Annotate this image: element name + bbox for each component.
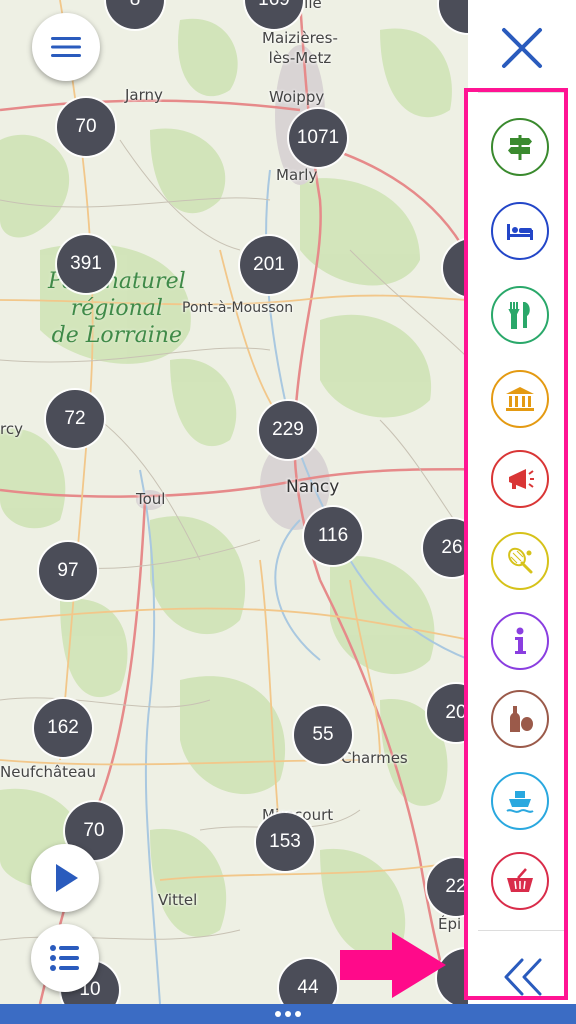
category-hotel-button[interactable]	[491, 202, 549, 260]
cluster-marker[interactable]: 70	[57, 98, 115, 156]
divider	[478, 930, 566, 931]
place-label: Neufchâteau	[0, 763, 96, 781]
pointer-arrow-icon	[340, 932, 446, 998]
list-button[interactable]	[31, 924, 99, 992]
bed-icon	[507, 224, 533, 240]
museum-icon	[506, 387, 534, 411]
place-label: Jarny	[125, 86, 163, 104]
category-events-button[interactable]	[491, 450, 549, 508]
signpost-icon	[508, 135, 532, 160]
place-label: Vittel	[158, 891, 198, 909]
category-sports-button[interactable]	[491, 532, 549, 590]
bottom-handle-bar[interactable]	[0, 1004, 576, 1024]
cluster-marker[interactable]: 97	[39, 542, 97, 600]
tennis-icon	[508, 547, 533, 574]
category-shopping-button[interactable]	[491, 852, 549, 910]
divider	[478, 92, 566, 93]
category-info-button[interactable]	[491, 612, 549, 670]
place-label: Marly	[276, 166, 318, 184]
info-icon	[515, 627, 526, 654]
cluster-marker[interactable]: 201	[240, 236, 298, 294]
hamburger-menu-icon	[51, 37, 81, 57]
cluster-marker[interactable]: 229	[259, 401, 317, 459]
boat-icon	[506, 791, 534, 813]
play-icon	[56, 864, 78, 892]
place-label: rcy	[0, 420, 23, 438]
list-icon	[50, 945, 79, 971]
place-label: Woippy	[269, 88, 325, 106]
place-label: Toul	[136, 490, 166, 508]
double-chevron-left-icon[interactable]	[500, 954, 546, 1000]
place-label: Pont-à-Mousson	[182, 300, 294, 316]
megaphone-icon	[509, 469, 534, 489]
place-label: Charmes	[341, 749, 408, 767]
cluster-marker[interactable]: 391	[57, 235, 115, 293]
category-boat-button[interactable]	[491, 772, 549, 830]
category-restaurant-button[interactable]	[491, 286, 549, 344]
category-local-products-button[interactable]	[491, 690, 549, 748]
play-button[interactable]	[31, 844, 99, 912]
place-label: ille	[300, 0, 322, 12]
cluster-marker[interactable]: 162	[34, 699, 92, 757]
close-icon[interactable]	[496, 22, 548, 74]
category-signpost-button[interactable]	[491, 118, 549, 176]
cluster-marker[interactable]: 55	[294, 706, 352, 764]
cluster-marker[interactable]: 153	[256, 813, 314, 871]
cluster-marker[interactable]: 72	[46, 390, 104, 448]
basket-icon	[507, 868, 533, 892]
menu-button[interactable]	[32, 13, 100, 81]
restaurant-icon	[508, 302, 530, 329]
wine-icon	[510, 706, 533, 732]
category-museum-button[interactable]	[491, 370, 549, 428]
place-label: Maizières- lès-Metz	[262, 29, 338, 67]
cluster-marker[interactable]: 1071	[289, 109, 347, 167]
cluster-marker[interactable]: 116	[304, 507, 362, 565]
place-label: Nancy	[286, 477, 340, 497]
